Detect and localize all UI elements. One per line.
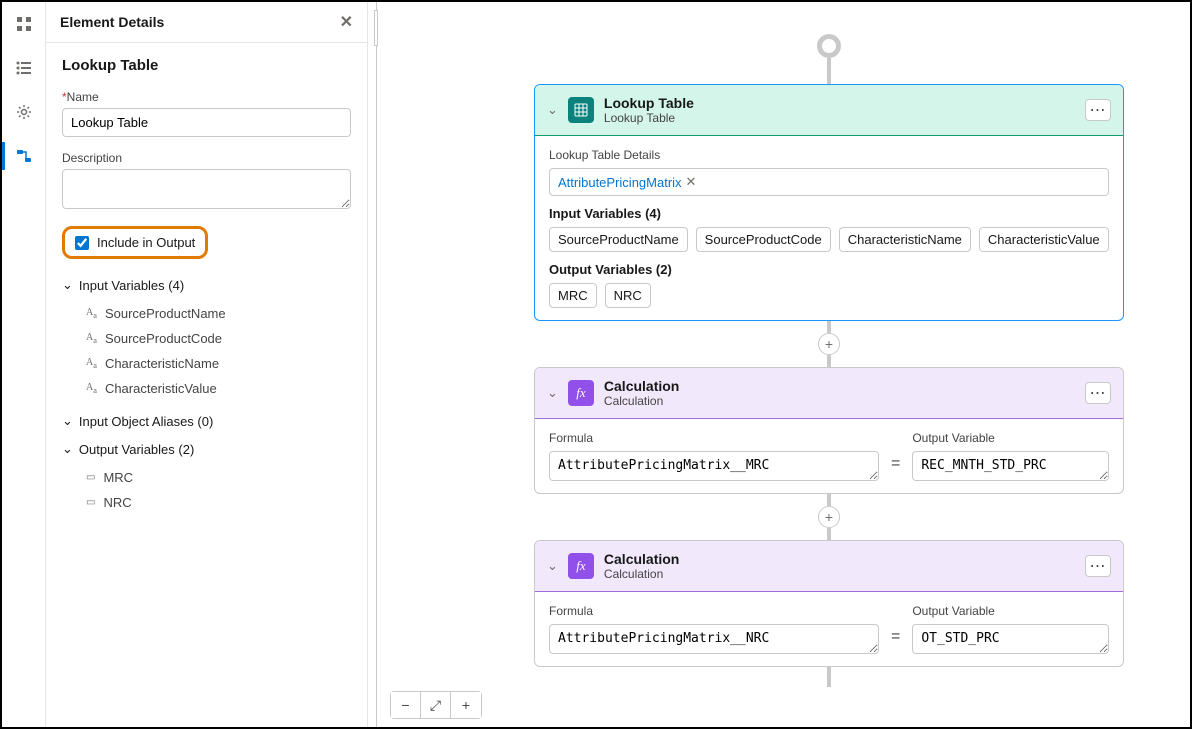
include-in-output-label: Include in Output [97,235,195,250]
text-type-icon: Aa [86,382,97,395]
connector [827,528,831,540]
calculation-card[interactable]: ⌄ fx Calculation Calculation ⋯ Formula A… [534,367,1124,494]
output-var-item[interactable]: ▭MRC [86,465,351,490]
panel-header: Element Details ✕ [46,2,367,43]
lookup-input-header: Input Variables (4) [549,206,1109,221]
output-type-icon: ▭ [86,472,95,483]
fx-icon: fx [568,553,594,579]
card-more-button[interactable]: ⋯ [1085,99,1111,121]
description-label: Description [62,151,351,165]
output-variables-header[interactable]: ⌄ Output Variables (2) [62,441,351,457]
calculation-card[interactable]: ⌄ fx Calculation Calculation ⋯ Formula A… [534,540,1124,667]
chevron-down-icon[interactable]: ⌄ [547,385,558,401]
formula-input[interactable]: AttributePricingMatrix__NRC [549,624,879,654]
connector [827,58,831,84]
add-node-button[interactable]: + [818,333,840,355]
add-node-button[interactable]: + [818,506,840,528]
equals-sign: = [891,455,900,481]
output-type-icon: ▭ [86,497,95,508]
input-chip[interactable]: CharacteristicValue [979,227,1109,252]
close-icon[interactable]: ✕ [340,12,353,32]
formula-input[interactable]: AttributePricingMatrix__MRC [549,451,879,481]
zoom-fit-button[interactable]: ⤢ [421,692,451,718]
gear-icon[interactable] [12,100,36,124]
equals-sign: = [891,628,900,654]
zoom-in-button[interactable]: + [451,692,481,718]
output-variable-label: Output Variable [912,431,1109,445]
chevron-down-icon[interactable]: ⌄ [547,558,558,574]
panel-resize-handle[interactable] [368,2,388,727]
output-variable-label: Output Variable [912,604,1109,618]
text-type-icon: Aa [86,357,97,370]
input-variables-header[interactable]: ⌄ Input Variables (4) [62,277,351,293]
connector [827,321,831,333]
table-icon [568,97,594,123]
card-title: Lookup Table [604,95,1075,111]
input-var-item[interactable]: AaCharacteristicName [86,351,351,376]
input-var-item[interactable]: AaCharacteristicValue [86,376,351,401]
lookup-output-header: Output Variables (2) [549,262,1109,277]
input-chip[interactable]: SourceProductCode [696,227,831,252]
card-subtitle: Calculation [604,394,1075,408]
connector [827,667,831,687]
element-title: Lookup Table [62,57,351,74]
zoom-out-button[interactable]: − [391,692,421,718]
input-var-item[interactable]: AaSourceProductName [86,301,351,326]
input-aliases-header[interactable]: ⌄ Input Object Aliases (0) [62,413,351,429]
card-more-button[interactable]: ⋯ [1085,555,1111,577]
lookup-details-label: Lookup Table Details [549,148,1109,162]
include-in-output-highlight: Include in Output [62,226,208,259]
fx-icon: fx [568,380,594,406]
canvas[interactable]: ⌄ Lookup Table Lookup Table ⋯ Lookup Tab… [368,2,1190,727]
remove-pill-icon[interactable]: ✕ [686,174,697,190]
chevron-down-icon: ⌄ [62,413,73,429]
connector [827,355,831,367]
output-var-item[interactable]: ▭NRC [86,490,351,515]
output-variable-input[interactable]: OT_STD_PRC [912,624,1109,654]
panel-header-title: Element Details [60,14,164,30]
output-chip[interactable]: MRC [549,283,597,308]
card-title: Calculation [604,551,1075,567]
card-more-button[interactable]: ⋯ [1085,382,1111,404]
flow-icon[interactable] [12,144,36,168]
lookup-details-pill[interactable]: AttributePricingMatrix ✕ [558,174,696,190]
card-subtitle: Calculation [604,567,1075,581]
connector [827,494,831,506]
input-chip[interactable]: SourceProductName [549,227,688,252]
zoom-controls: − ⤢ + [390,691,482,719]
text-type-icon: Aa [86,307,97,320]
element-details-panel: Element Details ✕ Lookup Table *Name Des… [46,2,368,727]
name-label: *Name [62,90,351,104]
name-input[interactable] [62,108,351,137]
formula-label: Formula [549,431,879,445]
card-title: Calculation [604,378,1075,394]
icon-rail [2,2,46,727]
list-icon[interactable] [12,56,36,80]
input-chip[interactable]: CharacteristicName [839,227,971,252]
input-var-item[interactable]: AaSourceProductCode [86,326,351,351]
text-type-icon: Aa [86,332,97,345]
grid-icon[interactable] [12,12,36,36]
formula-label: Formula [549,604,879,618]
chevron-down-icon: ⌄ [62,277,73,293]
output-variable-input[interactable]: REC_MNTH_STD_PRC [912,451,1109,481]
card-subtitle: Lookup Table [604,111,1075,125]
chevron-down-icon: ⌄ [62,441,73,457]
description-input[interactable] [62,169,351,209]
output-chip[interactable]: NRC [605,283,651,308]
lookup-details-input[interactable]: AttributePricingMatrix ✕ [549,168,1109,196]
lookup-table-card[interactable]: ⌄ Lookup Table Lookup Table ⋯ Lookup Tab… [534,84,1124,321]
chevron-down-icon[interactable]: ⌄ [547,102,558,118]
include-in-output-checkbox[interactable] [75,236,89,250]
start-node[interactable] [817,34,841,58]
